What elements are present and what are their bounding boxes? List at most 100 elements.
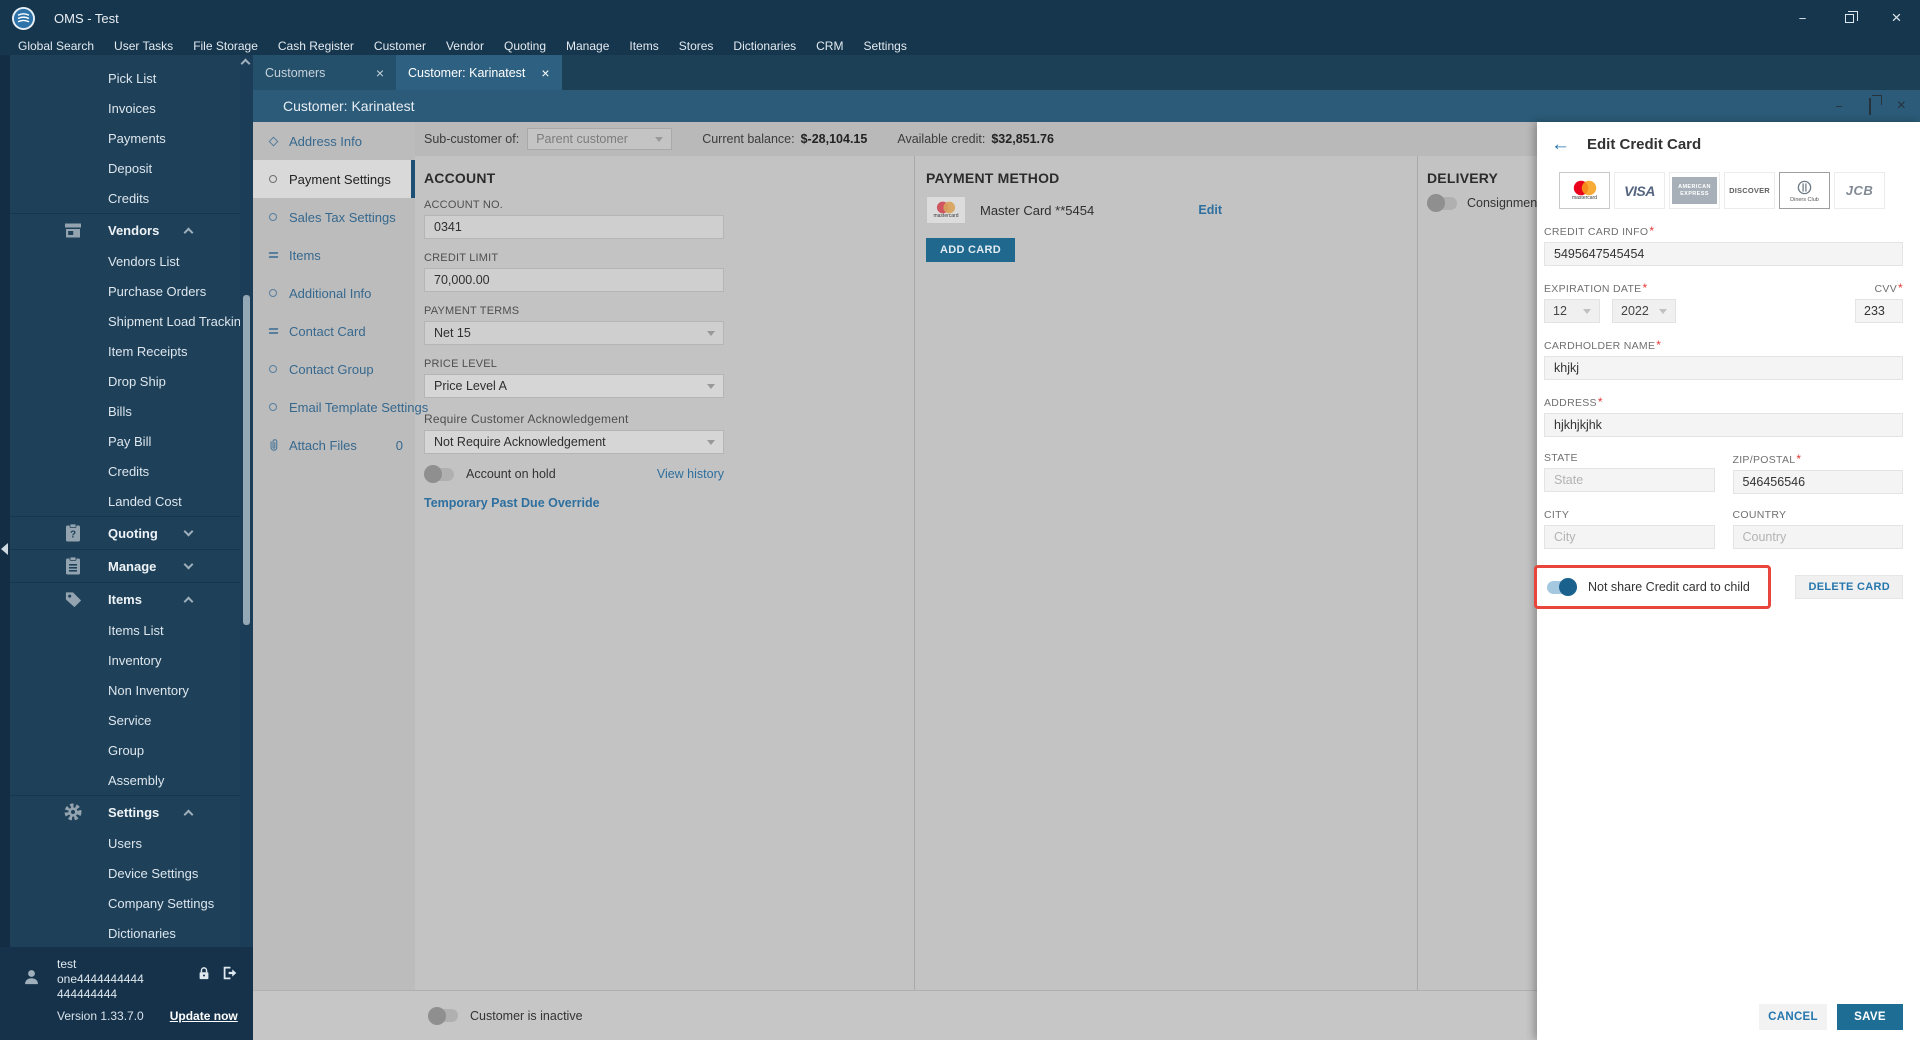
scroll-up-icon[interactable] bbox=[240, 58, 251, 69]
sidebar-item-deposit[interactable]: Deposit bbox=[10, 153, 240, 183]
sidebar-item-non-inventory[interactable]: Non Inventory bbox=[10, 675, 240, 705]
sidebar-item-item-receipts[interactable]: Item Receipts bbox=[10, 336, 240, 366]
tab-customers[interactable]: Customers × bbox=[253, 55, 396, 90]
account-no-field[interactable]: 0341 bbox=[424, 215, 724, 239]
city-input[interactable] bbox=[1544, 525, 1715, 549]
nav-item-sales-tax-settings[interactable]: Sales Tax Settings bbox=[253, 198, 415, 236]
restore-icon[interactable] bbox=[1868, 97, 1871, 115]
sidebar-item-dictionaries[interactable]: Dictionaries bbox=[10, 918, 240, 947]
nav-item-email-template-settings[interactable]: Email Template Settings bbox=[253, 388, 428, 426]
credit-limit-field[interactable]: 70,000.00 bbox=[424, 268, 724, 292]
sidebar-item-credits[interactable]: Credits bbox=[10, 183, 240, 213]
menu-settings[interactable]: Settings bbox=[853, 39, 916, 53]
cardholder-input[interactable] bbox=[1544, 356, 1903, 380]
sidebar-item-invoices[interactable]: Invoices bbox=[10, 93, 240, 123]
menu-items[interactable]: Items bbox=[619, 39, 668, 53]
account-on-hold-toggle[interactable] bbox=[424, 465, 454, 483]
nav-item-payment-settings[interactable]: Payment Settings bbox=[253, 160, 415, 198]
panel-header: ← Edit Credit Card bbox=[1537, 122, 1920, 154]
country-input[interactable] bbox=[1732, 525, 1903, 549]
save-button[interactable]: SAVE bbox=[1837, 1004, 1903, 1030]
sidebar-item-vendors-list[interactable]: Vendors List bbox=[10, 246, 240, 276]
nav-item-additional-info[interactable]: Additional Info bbox=[253, 274, 415, 312]
sidebar-item-shipment-load-tracking[interactable]: Shipment Load Tracking bbox=[10, 306, 240, 336]
not-share-card-toggle[interactable] bbox=[1547, 578, 1577, 596]
sidebar-section-manage[interactable]: Manage bbox=[10, 549, 240, 582]
sidebar-item-purchase-orders[interactable]: Purchase Orders bbox=[10, 276, 240, 306]
menu-cash-register[interactable]: Cash Register bbox=[268, 39, 364, 53]
sidebar-section-quoting[interactable]: ? Quoting bbox=[10, 516, 240, 549]
price-level-select[interactable]: Price Level A bbox=[424, 374, 724, 398]
sidebar-item-pick-list[interactable]: Pick List bbox=[10, 63, 240, 93]
sidebar-item-landed-cost[interactable]: Landed Cost bbox=[10, 486, 240, 516]
menu-quoting[interactable]: Quoting bbox=[494, 39, 556, 53]
sidebar-item-assembly[interactable]: Assembly bbox=[10, 765, 240, 795]
view-history-link[interactable]: View history bbox=[657, 467, 724, 481]
update-now-link[interactable]: Update now bbox=[170, 1009, 238, 1023]
sidebar-section-vendors[interactable]: Vendors bbox=[10, 213, 240, 246]
sidebar-collapse-icon[interactable] bbox=[1, 543, 8, 555]
sidebar-section-items[interactable]: Items bbox=[10, 582, 240, 615]
sidebar-item-users[interactable]: Users bbox=[10, 828, 240, 858]
nav-item-contact-group[interactable]: Contact Group bbox=[253, 350, 415, 388]
payment-terms-select[interactable]: Net 15 bbox=[424, 321, 724, 345]
close-icon[interactable]: × bbox=[525, 65, 549, 81]
sidebar-section-settings[interactable]: Settings bbox=[10, 795, 240, 828]
cc-number-input[interactable] bbox=[1544, 242, 1903, 266]
temporary-past-due-link[interactable]: Temporary Past Due Override bbox=[424, 496, 600, 510]
menu-customer[interactable]: Customer bbox=[364, 39, 436, 53]
parent-customer-select[interactable]: Parent customer bbox=[527, 128, 673, 150]
add-card-button[interactable]: ADD CARD bbox=[926, 238, 1015, 262]
nav-item-address-info[interactable]: Address Info bbox=[253, 122, 415, 160]
ack-select[interactable]: Not Require Acknowledgement bbox=[424, 430, 724, 454]
nav-item-contact-card[interactable]: Contact Card bbox=[253, 312, 415, 350]
consignment-toggle[interactable] bbox=[1427, 194, 1457, 212]
nav-item-items[interactable]: Items bbox=[253, 236, 415, 274]
logout-icon[interactable] bbox=[221, 964, 239, 987]
lock-icon[interactable] bbox=[196, 965, 212, 987]
minimize-icon[interactable]: − bbox=[1835, 99, 1843, 114]
state-input[interactable] bbox=[1544, 468, 1715, 492]
exp-year-select[interactable]: 2022 bbox=[1612, 299, 1676, 323]
menu-user-tasks[interactable]: User Tasks bbox=[104, 39, 183, 53]
scrollbar-thumb[interactable] bbox=[243, 295, 250, 625]
zip-input[interactable] bbox=[1732, 470, 1903, 494]
sidebar-item-inventory[interactable]: Inventory bbox=[10, 645, 240, 675]
restore-icon[interactable] bbox=[1826, 0, 1873, 36]
back-arrow-icon[interactable]: ← bbox=[1551, 135, 1570, 154]
share-card-row: Not share Credit card to child DELETE CA… bbox=[1534, 565, 1903, 609]
sidebar-item-items-list[interactable]: Items List bbox=[10, 615, 240, 645]
sidebar-item-device-settings[interactable]: Device Settings bbox=[10, 858, 240, 888]
close-icon[interactable]: × bbox=[1897, 97, 1906, 115]
menu-global-search[interactable]: Global Search bbox=[8, 39, 104, 53]
sidebar-item-vendor-credits[interactable]: Credits bbox=[10, 456, 240, 486]
minimize-icon[interactable]: − bbox=[1779, 0, 1826, 36]
sidebar-item-group[interactable]: Group bbox=[10, 735, 240, 765]
delete-card-button[interactable]: DELETE CARD bbox=[1795, 575, 1903, 599]
close-icon[interactable]: × bbox=[1873, 0, 1920, 36]
edit-card-link[interactable]: Edit bbox=[1198, 203, 1222, 217]
menu-manage[interactable]: Manage bbox=[556, 39, 619, 53]
sidebar-scrollbar[interactable] bbox=[240, 55, 253, 947]
sidebar-item-bills[interactable]: Bills bbox=[10, 396, 240, 426]
menu-stores[interactable]: Stores bbox=[669, 39, 724, 53]
menu-dictionaries[interactable]: Dictionaries bbox=[723, 39, 806, 53]
sidebar-item-company-settings[interactable]: Company Settings bbox=[10, 888, 240, 918]
menu-file-storage[interactable]: File Storage bbox=[183, 39, 268, 53]
tab-customer-karinatest[interactable]: Customer: Karinatest × bbox=[396, 55, 562, 90]
address-input[interactable] bbox=[1544, 413, 1903, 437]
cvv-input[interactable] bbox=[1855, 299, 1903, 323]
menu-vendor[interactable]: Vendor bbox=[436, 39, 494, 53]
customer-inactive-toggle[interactable] bbox=[428, 1006, 458, 1025]
sidebar-item-payments[interactable]: Payments bbox=[10, 123, 240, 153]
nav-item-attach-files[interactable]: Attach Files 0 bbox=[253, 426, 415, 464]
sidebar-item-service[interactable]: Service bbox=[10, 705, 240, 735]
panel-title: Edit Credit Card bbox=[1587, 136, 1702, 153]
cancel-button[interactable]: CANCEL bbox=[1759, 1004, 1827, 1030]
chevron-down-icon bbox=[655, 136, 664, 142]
close-icon[interactable]: × bbox=[360, 65, 384, 81]
menu-crm[interactable]: CRM bbox=[806, 39, 853, 53]
sidebar-item-pay-bill[interactable]: Pay Bill bbox=[10, 426, 240, 456]
sidebar-item-drop-ship[interactable]: Drop Ship bbox=[10, 366, 240, 396]
exp-month-select[interactable]: 12 bbox=[1544, 299, 1600, 323]
